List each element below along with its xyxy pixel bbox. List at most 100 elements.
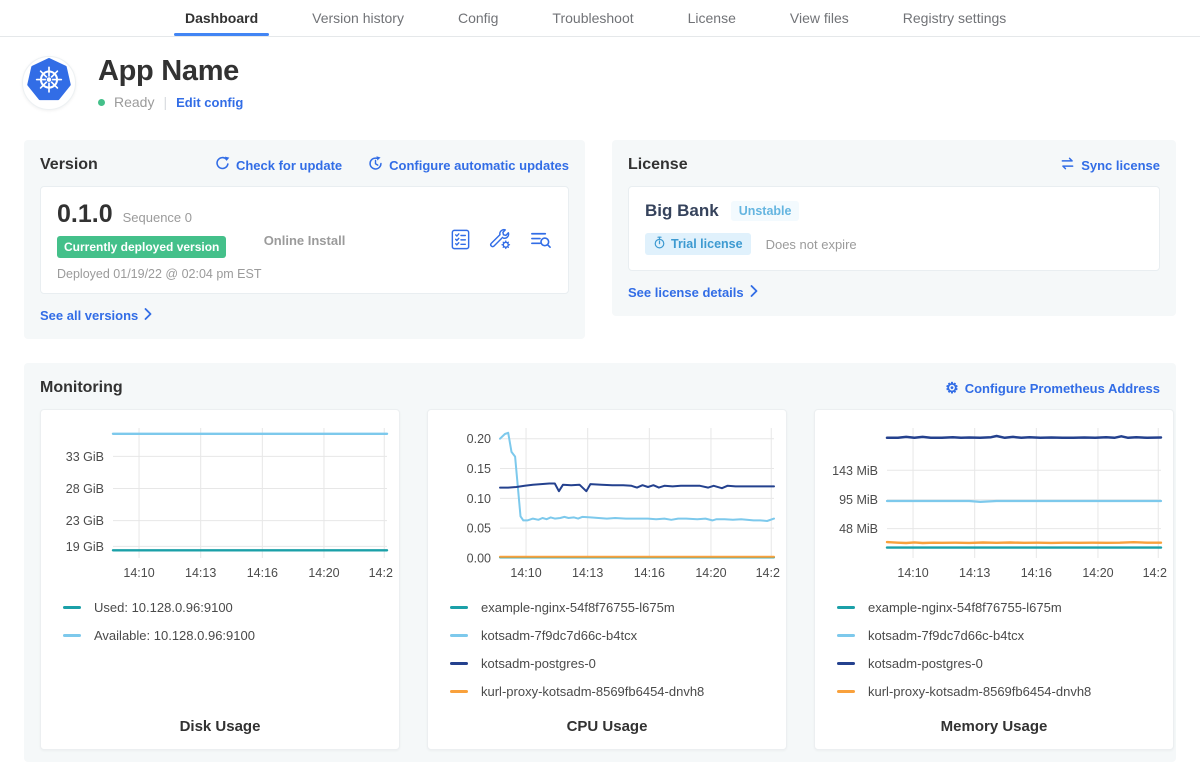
legend-dash [63,606,81,609]
svg-text:14:23: 14:23 [756,566,780,580]
configure-prometheus-link[interactable]: ⚙ Configure Prometheus Address [945,381,1160,396]
cpu-usage-title: CPU Usage [436,718,778,749]
version-card: Version Check for update [24,140,585,339]
configure-automatic-updates-link[interactable]: Configure automatic updates [368,156,569,174]
legend-dash [63,634,81,637]
svg-text:33 GiB: 33 GiB [66,450,104,464]
checklist-icon [449,228,472,254]
edit-config-link[interactable]: Edit config [176,95,243,110]
license-card-title: License [628,156,688,174]
main-content: Version Check for update [0,140,1200,762]
kubernetes-icon [27,58,71,107]
legend-item: kotsadm-7f9dc7d66c-b4tcx [450,628,778,643]
sync-license-label: Sync license [1081,158,1160,173]
monitoring-title: Monitoring [40,379,123,397]
svg-text:14:20: 14:20 [308,566,339,580]
svg-text:14:16: 14:16 [247,566,278,580]
configure-automatic-updates-label: Configure automatic updates [389,158,569,173]
svg-text:48 MiB: 48 MiB [839,522,878,536]
legend-item: kurl-proxy-kotsadm-8569fb6454-dnvh8 [837,684,1165,699]
tab-license[interactable]: License [661,0,763,36]
legend-label: kurl-proxy-kotsadm-8569fb6454-dnvh8 [868,684,1091,699]
legend-dash [837,634,855,637]
app-logo [22,56,76,110]
disk-usage-title: Disk Usage [49,718,391,749]
tab-registry-settings[interactable]: Registry settings [876,0,1033,36]
disk-usage-chart-card: 14:1014:1314:1614:2014:2319 GiB23 GiB28 … [40,409,400,750]
version-card-links: Check for update Configure automatic upd… [215,156,569,174]
svg-text:14:23: 14:23 [1143,566,1167,580]
stopwatch-icon [653,236,666,252]
legend-item: example-nginx-54f8f76755-l675m [450,600,778,615]
svg-text:14:16: 14:16 [1021,566,1052,580]
svg-text:14:20: 14:20 [1082,566,1113,580]
cpu-usage-plot: 14:1014:1314:1614:2014:230.000.050.100.1… [436,418,780,586]
deployed-timestamp: Deployed 01/19/22 @ 02:04 pm EST [57,267,264,281]
chevron-right-icon [750,285,758,300]
svg-text:14:10: 14:10 [123,566,154,580]
memory-usage-plot: 14:1014:1314:1614:2014:2348 MiB95 MiB143… [823,418,1167,586]
svg-text:95 MiB: 95 MiB [839,493,878,507]
svg-text:14:10: 14:10 [897,566,928,580]
top-nav: Dashboard Version history Config Trouble… [0,0,1200,37]
disk-usage-legend: Used: 10.128.0.96:9100Available: 10.128.… [63,600,391,643]
configure-prometheus-label: Configure Prometheus Address [965,381,1160,396]
status-label: Ready [114,94,154,110]
see-all-versions-label: See all versions [40,308,138,323]
svg-text:14:16: 14:16 [634,566,665,580]
check-for-update-label: Check for update [236,158,342,173]
see-license-details-link[interactable]: See license details [628,285,758,300]
tab-version-history[interactable]: Version history [285,0,431,36]
gear-icon: ⚙ [945,381,958,396]
license-card: License Sync license Big Bank Unstable [612,140,1176,316]
cpu-usage-chart-card: 14:1014:1314:1614:2014:230.000.050.100.1… [427,409,787,750]
svg-text:0.10: 0.10 [467,492,491,506]
legend-dash [450,662,468,665]
disk-usage-plot: 14:1014:1314:1614:2014:2319 GiB23 GiB28 … [49,418,393,586]
legend-label: Used: 10.128.0.96:9100 [94,600,233,615]
license-type-badge: Trial license [645,233,751,255]
monitoring-header: Monitoring ⚙ Configure Prometheus Addres… [40,379,1160,397]
svg-text:0.00: 0.00 [467,552,491,566]
legend-item: kurl-proxy-kotsadm-8569fb6454-dnvh8 [450,684,778,699]
customer-name: Big Bank [645,201,719,221]
tab-troubleshoot[interactable]: Troubleshoot [525,0,660,36]
app-header: App Name Ready | Edit config [0,37,1200,110]
monitoring-card: Monitoring ⚙ Configure Prometheus Addres… [24,363,1176,762]
see-license-details-label: See license details [628,285,744,300]
svg-text:0.05: 0.05 [467,522,491,536]
legend-label: example-nginx-54f8f76755-l675m [868,600,1062,615]
cpu-usage-legend: example-nginx-54f8f76755-l675m kotsadm-7f… [450,600,778,699]
legend-label: kotsadm-7f9dc7d66c-b4tcx [481,628,637,643]
version-actions [345,200,552,281]
legend-label: example-nginx-54f8f76755-l675m [481,600,675,615]
legend-dash [837,606,855,609]
tab-dashboard[interactable]: Dashboard [158,0,285,36]
chevron-right-icon [144,308,152,323]
version-info: 0.1.0 Sequence 0 Currently deployed vers… [57,200,264,281]
lines-magnifier-icon [529,228,552,254]
svg-text:14:10: 14:10 [510,566,541,580]
legend-item: kotsadm-postgres-0 [450,656,778,671]
tab-view-files[interactable]: View files [763,0,876,36]
sync-license-link[interactable]: Sync license [1060,156,1160,174]
tab-config[interactable]: Config [431,0,525,36]
version-number: 0.1.0 [57,200,113,229]
svg-text:14:13: 14:13 [185,566,216,580]
view-logs-button[interactable] [529,228,552,254]
svg-text:28 GiB: 28 GiB [66,482,104,496]
legend-item: example-nginx-54f8f76755-l675m [837,600,1165,615]
legend-dash [837,690,855,693]
release-notes-button[interactable] [449,228,472,254]
edit-config-button[interactable] [489,228,512,254]
app-status-row: Ready | Edit config [98,94,243,110]
see-all-versions-link[interactable]: See all versions [40,308,152,323]
channel-badge: Unstable [731,201,800,221]
top-cards-row: Version Check for update [24,140,1176,339]
check-for-update-link[interactable]: Check for update [215,156,342,174]
svg-text:23 GiB: 23 GiB [66,514,104,528]
memory-usage-legend: example-nginx-54f8f76755-l675mkotsadm-7f… [837,600,1165,699]
version-card-header: Version Check for update [40,156,569,174]
memory-usage-chart-card: 14:1014:1314:1614:2014:2348 MiB95 MiB143… [814,409,1174,750]
legend-item: Used: 10.128.0.96:9100 [63,600,391,615]
